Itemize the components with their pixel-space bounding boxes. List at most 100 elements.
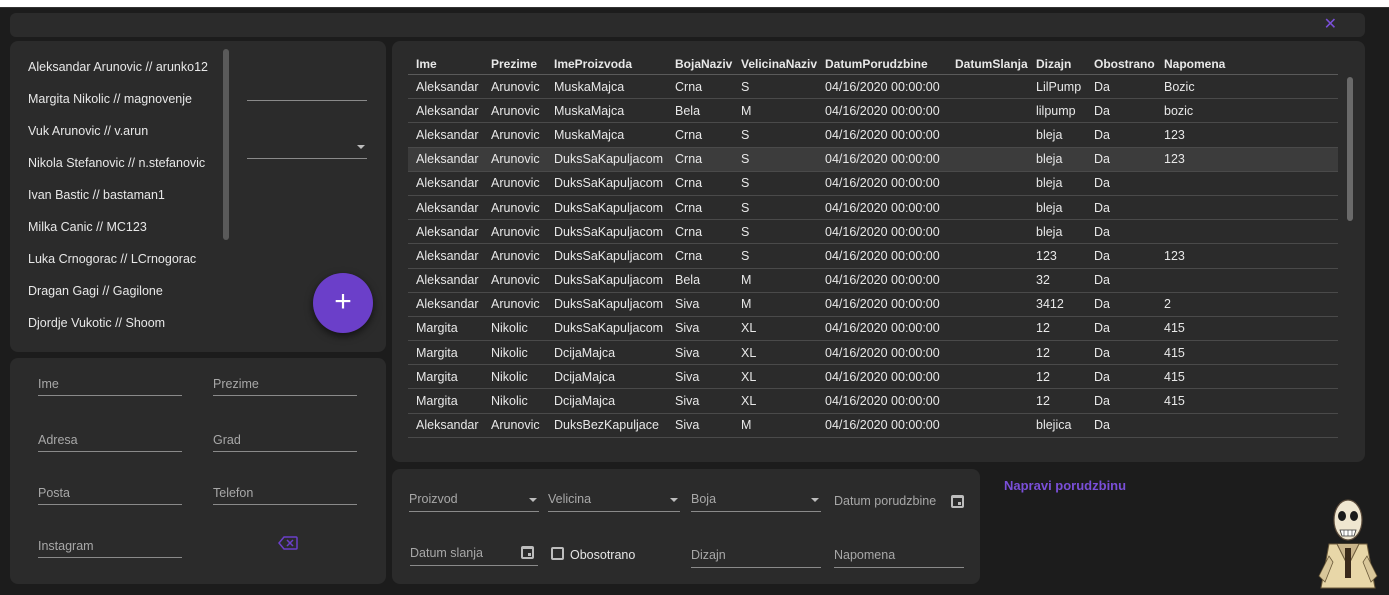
table-cell: S [741, 224, 750, 239]
top-strip [0, 0, 1389, 8]
table-cell: blejica [1036, 418, 1072, 433]
table-cell: M [741, 297, 752, 312]
search-input[interactable] [247, 79, 367, 101]
velicina-select[interactable]: Velicina [548, 488, 680, 512]
column-header[interactable]: DatumPorudzbine [817, 57, 947, 71]
table-row[interactable]: Aleksandar Arunovic DuksSaKapuljacom Crna S 0… [408, 147, 1338, 172]
table-cell: DcijaMajca [554, 394, 616, 409]
skeleton-mascot-icon [1318, 499, 1378, 589]
ime-field[interactable]: Ime [38, 374, 182, 396]
table-cell: Aleksandar [416, 79, 479, 94]
instagram-field[interactable]: Instagram [38, 536, 182, 558]
column-header[interactable]: Prezime [483, 57, 546, 71]
table-cell: 04/16/2020 00:00:00 [825, 394, 940, 409]
list-item[interactable]: Aleksandar Arunovic // arunko12 [28, 51, 228, 83]
adresa-field[interactable]: Adresa [38, 430, 182, 452]
table-row[interactable]: Aleksandar Arunovic MuskaMajca Bela M 04/16/2… [408, 99, 1338, 124]
table-row[interactable]: Margita Nikolic DuksSaKapuljacom Siva XL 04/1… [408, 317, 1338, 342]
calendar-icon[interactable] [951, 495, 964, 508]
close-icon[interactable]: ✕ [1324, 16, 1337, 34]
table-row[interactable]: Aleksandar Arunovic DuksSaKapuljacom Crna S 0… [408, 196, 1338, 221]
table-row[interactable]: Aleksandar Arunovic DuksBezKapuljace Siva M 0… [408, 414, 1338, 438]
table-cell: Crna [675, 152, 703, 167]
table-cell: Siva [675, 297, 700, 312]
table-cell: S [741, 152, 750, 167]
table-row[interactable]: Aleksandar Arunovic MuskaMajca Crna S 04/16/2… [408, 75, 1338, 100]
column-header[interactable]: Obostrano [1086, 57, 1156, 71]
grad-field[interactable]: Grad [213, 430, 357, 452]
table-row[interactable]: Aleksandar Arunovic MuskaMajca Crna S 04/16/2… [408, 123, 1338, 148]
telefon-field[interactable]: Telefon [213, 483, 357, 505]
grad-label: Grad [213, 433, 241, 447]
table-row[interactable]: Margita Nikolic DcijaMajca Siva XL 04/16/2020… [408, 389, 1338, 414]
table-row[interactable]: Margita Nikolic DcijaMajca Siva XL 04/16/2020… [408, 365, 1338, 390]
table-cell: XL [741, 345, 757, 360]
table-row[interactable]: Aleksandar Arunovic DuksSaKapuljacom Bela M 0… [408, 269, 1338, 293]
table-cell: Da [1094, 224, 1110, 239]
datum-porudzbine-field[interactable]: Datum porudzbine [834, 491, 964, 515]
table-cell: Aleksandar [416, 297, 479, 312]
table-cell: Aleksandar [416, 127, 479, 142]
table-cell: MuskaMajca [554, 79, 625, 94]
table-row[interactable]: Margita Nikolic DcijaMajca Siva XL 04/16/2020… [408, 341, 1338, 366]
list-item[interactable]: Ivan Bastic // bastaman1 [28, 179, 228, 211]
napravi-porudzbinu-button[interactable]: Napravi porudzbinu [1004, 478, 1126, 493]
table-cell: MuskaMajca [554, 103, 625, 118]
add-user-button[interactable]: + [313, 273, 373, 333]
table-cell: Aleksandar [416, 176, 479, 191]
table-cell: 04/16/2020 00:00:00 [825, 297, 940, 312]
table-cell: Arunovic [491, 297, 540, 312]
table-cell: DuksSaKapuljacom [554, 248, 664, 263]
column-header[interactable]: Dizajn [1028, 57, 1086, 71]
proizvod-select[interactable]: Proizvod [409, 488, 539, 512]
table-cell: DcijaMajca [554, 345, 616, 360]
list-item[interactable]: Luka Crnogorac // LCrnogorac [28, 243, 228, 275]
filter-select[interactable] [247, 137, 367, 159]
column-header[interactable]: Ime [408, 57, 483, 71]
table-cell: Aleksandar [416, 200, 479, 215]
list-item[interactable]: Vuk Arunovic // v.arun [28, 115, 228, 147]
datum-slanja-field[interactable]: Datum slanja [410, 542, 538, 566]
list-item[interactable]: Milka Canic // MC123 [28, 211, 228, 243]
column-header[interactable]: Napomena [1156, 57, 1338, 71]
table-cell: 415 [1164, 369, 1185, 384]
table-row[interactable]: Aleksandar Arunovic DuksSaKapuljacom Siva M 0… [408, 293, 1338, 317]
list-item[interactable]: Djordje Vukotic // Shoom [28, 307, 228, 339]
table-cell: 123 [1164, 248, 1185, 263]
column-header[interactable]: DatumSlanja [947, 57, 1028, 71]
list-item[interactable]: Nikola Stefanovic // n.stefanovic [28, 147, 228, 179]
table-cell: Bela [675, 273, 701, 288]
table-cell: Da [1094, 418, 1110, 433]
posta-field[interactable]: Posta [38, 483, 182, 505]
list-item[interactable]: Dragan Gagi // Gagilone [28, 275, 228, 307]
table-row[interactable]: Aleksandar Arunovic DuksSaKapuljacom Crna S 0… [408, 172, 1338, 196]
table-cell: Siva [675, 369, 700, 384]
table-cell: Arunovic [491, 273, 540, 288]
calendar-icon[interactable] [521, 546, 534, 559]
instagram-label: Instagram [38, 539, 94, 553]
table-row[interactable]: Aleksandar Arunovic DuksSaKapuljacom Crna S 0… [408, 244, 1338, 269]
chevron-down-icon [811, 498, 819, 502]
table-row[interactable]: Aleksandar Arunovic DuksSaKapuljacom Crna S 0… [408, 220, 1338, 245]
table-cell: 415 [1164, 321, 1185, 336]
table-cell: Crna [675, 176, 703, 191]
proizvod-label: Proizvod [409, 492, 458, 506]
list-item[interactable]: Margita Nikolic // magnovenje [28, 83, 228, 115]
table-cell: 04/16/2020 00:00:00 [825, 176, 940, 191]
user-list-scrollbar[interactable] [223, 49, 229, 240]
backspace-icon[interactable] [278, 536, 298, 550]
table-cell: bleja [1036, 224, 1063, 239]
table-cell: XL [741, 394, 757, 409]
boja-select[interactable]: Boja [691, 488, 821, 512]
dizajn-field[interactable]: Dizajn [691, 544, 821, 568]
column-header[interactable]: VelicinaNaziv [733, 57, 817, 71]
table-scrollbar[interactable] [1347, 77, 1353, 221]
table-cell: Siva [675, 418, 700, 433]
prezime-field[interactable]: Prezime [213, 374, 357, 396]
column-header[interactable]: ImeProizvoda [546, 57, 667, 71]
obostrano-checkbox[interactable] [551, 547, 564, 560]
column-header[interactable]: BojaNaziv [667, 57, 733, 71]
table-cell: Nikolic [491, 369, 528, 384]
napomena-field[interactable]: Napomena [834, 544, 964, 568]
table-cell: 04/16/2020 00:00:00 [825, 79, 940, 94]
